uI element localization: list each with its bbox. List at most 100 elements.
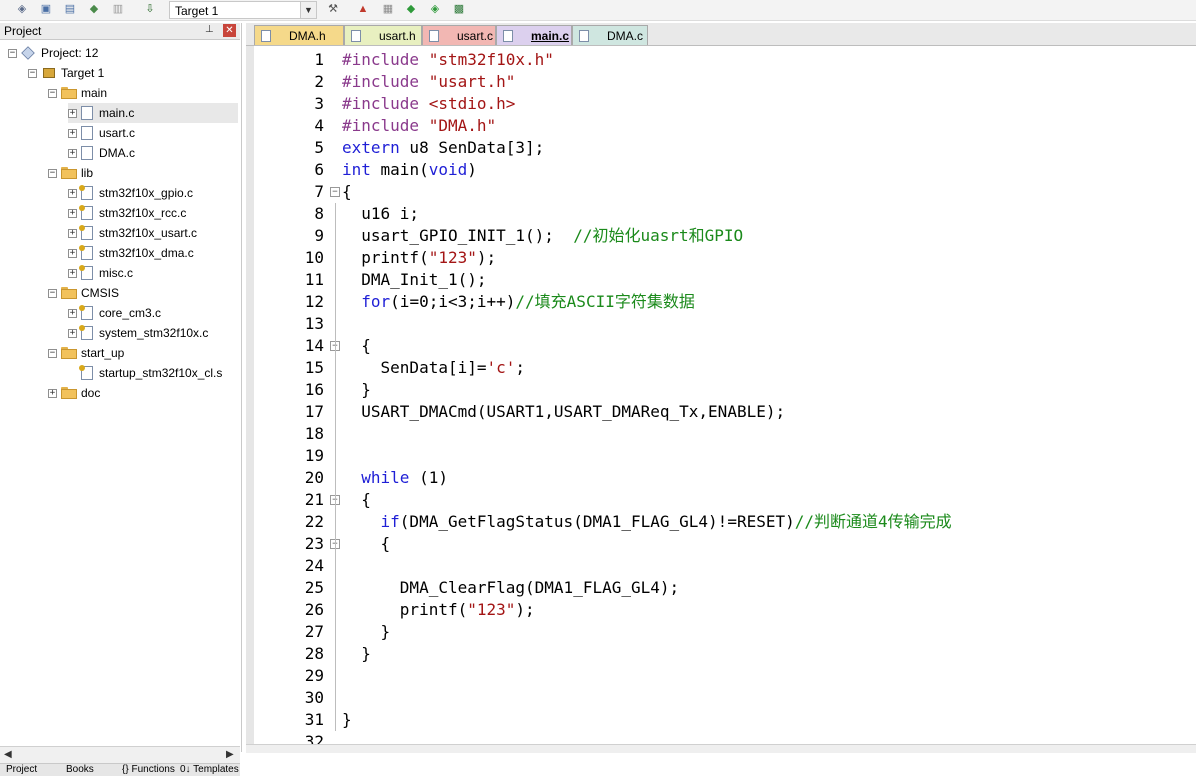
code-line[interactable]: for(i=0;i<3;i++)//填充ASCII字符集数据: [342, 291, 695, 313]
code-line[interactable]: u16 i;: [342, 203, 419, 225]
tab-label: usart.h: [379, 28, 416, 43]
stop-build-icon[interactable]: ▥: [110, 2, 126, 17]
tab-main-c[interactable]: main.c: [496, 25, 572, 45]
tree-item-project[interactable]: − Project: 12: [8, 43, 98, 63]
expand-icon[interactable]: +: [68, 148, 77, 158]
target-select[interactable]: Target 1 ▼: [169, 1, 317, 19]
tab-usart-c[interactable]: usart.c: [422, 25, 496, 45]
tab-templates[interactable]: 0↓ Templates: [180, 764, 239, 776]
load-icon[interactable]: ⇩: [142, 2, 158, 17]
tree-item-target[interactable]: − Target 1: [28, 63, 104, 83]
expand-icon[interactable]: +: [68, 208, 77, 218]
tab-project[interactable]: Project: [6, 764, 37, 776]
pin-icon[interactable]: ⊥: [205, 24, 214, 35]
tree-group-start-up[interactable]: − start_up: [48, 343, 124, 363]
expand-icon[interactable]: +: [68, 128, 77, 138]
tab-dma-c[interactable]: DMA.c: [572, 25, 648, 45]
tree-group-doc[interactable]: + doc: [48, 383, 100, 403]
chevron-down-icon[interactable]: ▼: [300, 2, 316, 18]
code-line[interactable]: #include "usart.h": [342, 71, 515, 93]
collapse-icon[interactable]: −: [28, 68, 37, 78]
line-number: 14: [304, 336, 324, 355]
expand-icon[interactable]: +: [68, 108, 77, 118]
breakpoint-margin[interactable]: [246, 46, 254, 752]
expand-icon[interactable]: +: [68, 308, 77, 318]
target-select-value: Target 1: [175, 4, 219, 18]
collapse-icon[interactable]: −: [8, 48, 17, 58]
code-line[interactable]: printf("123");: [342, 247, 496, 269]
batch-build-icon[interactable]: ◈: [14, 2, 30, 17]
translate-icon[interactable]: ▣: [38, 2, 54, 17]
collapse-icon[interactable]: −: [48, 348, 57, 358]
code-editor[interactable]: #include "stm32f10x.h" #include "usart.h"…: [246, 46, 1196, 752]
debug-icon[interactable]: ▩: [451, 2, 467, 17]
tree-file-core-cm3[interactable]: + core_cm3.c: [68, 303, 161, 323]
tree-file-gpio[interactable]: + stm32f10x_gpio.c: [68, 183, 193, 203]
code-line[interactable]: }: [342, 643, 371, 665]
code-line[interactable]: }: [342, 379, 371, 401]
tree-file-system[interactable]: + system_stm32f10x.c: [68, 323, 208, 343]
code-line[interactable]: while (1): [342, 467, 448, 489]
code-line[interactable]: extern u8 SenData[3];: [342, 137, 544, 159]
code-line[interactable]: {: [342, 533, 391, 555]
code-line[interactable]: int main(void): [342, 159, 477, 181]
code-line[interactable]: {: [342, 181, 352, 203]
scroll-left-icon[interactable]: ◀: [4, 749, 12, 760]
code-line[interactable]: if(DMA_GetFlagStatus(DMA1_FLAG_GL4)!=RES…: [342, 511, 952, 533]
code-line[interactable]: }: [342, 621, 391, 643]
code-line[interactable]: usart_GPIO_INIT_1(); //初始化uasrt和GPIO: [342, 225, 743, 247]
tree-item-label: DMA.c: [99, 146, 135, 160]
manage-components-icon[interactable]: ▲: [355, 2, 371, 17]
expand-icon[interactable]: +: [48, 388, 57, 398]
config-file-icon: [79, 265, 93, 280]
fold-toggle-icon[interactable]: −: [330, 187, 340, 197]
tree-group-cmsis[interactable]: − CMSIS: [48, 283, 119, 303]
expand-icon[interactable]: +: [68, 248, 77, 258]
tree-file-main-c[interactable]: + main.c: [68, 103, 238, 123]
tab-usart-h[interactable]: usart.h: [344, 25, 422, 45]
expand-icon[interactable]: +: [68, 188, 77, 198]
collapse-icon[interactable]: −: [48, 168, 57, 178]
options-icon[interactable]: ⚒: [325, 2, 341, 17]
tab-books[interactable]: Books: [66, 764, 94, 776]
code-line[interactable]: SenData[i]='c';: [342, 357, 526, 379]
file-icon: [81, 126, 93, 140]
collapse-icon[interactable]: −: [48, 288, 57, 298]
tab-functions[interactable]: {} Functions: [122, 764, 175, 776]
expand-icon[interactable]: +: [68, 268, 77, 278]
code-line[interactable]: printf("123");: [342, 599, 535, 621]
config-file-icon: [79, 205, 93, 220]
pack-installer-icon[interactable]: ▦: [380, 2, 396, 17]
code-line[interactable]: DMA_ClearFlag(DMA1_FLAG_GL4);: [342, 577, 679, 599]
expand-icon[interactable]: +: [68, 228, 77, 238]
tree-file-startup[interactable]: startup_stm32f10x_cl.s: [68, 363, 222, 383]
tree-group-main[interactable]: − main: [48, 83, 107, 103]
code-line[interactable]: {: [342, 335, 371, 357]
rebuild-icon[interactable]: ◆: [86, 2, 102, 17]
tree-file-dma-lib[interactable]: + stm32f10x_dma.c: [68, 243, 194, 263]
tree-file-dma-c[interactable]: + DMA.c: [68, 143, 135, 163]
code-line[interactable]: DMA_Init_1();: [342, 269, 486, 291]
scroll-right-icon[interactable]: ▶: [226, 749, 234, 760]
project-panel: Project ⊥ ✕ − Project: 12 − Target 1 − m…: [0, 23, 242, 776]
code-line[interactable]: }: [342, 709, 352, 731]
code-line[interactable]: #include "stm32f10x.h": [342, 49, 554, 71]
project-hscrollbar[interactable]: ◀ ▶: [0, 746, 240, 763]
tree-file-rcc[interactable]: + stm32f10x_rcc.c: [68, 203, 186, 223]
expand-icon[interactable]: +: [68, 328, 77, 338]
tab-dma-h[interactable]: DMA.h: [254, 25, 344, 45]
tree-file-usart-c[interactable]: + usart.c: [68, 123, 135, 143]
build-icon[interactable]: ▤: [62, 2, 78, 17]
tree-file-misc[interactable]: + misc.c: [68, 263, 133, 283]
collapse-icon[interactable]: −: [48, 88, 57, 98]
code-line[interactable]: #include <stdio.h>: [342, 93, 515, 115]
code-line[interactable]: USART_DMACmd(USART1,USART_DMAReq_Tx,ENAB…: [342, 401, 785, 423]
folder-icon: [61, 87, 77, 99]
close-icon[interactable]: ✕: [223, 24, 236, 37]
run-environment-icon[interactable]: ◈: [427, 2, 443, 17]
code-line[interactable]: {: [342, 489, 371, 511]
code-line[interactable]: #include "DMA.h": [342, 115, 496, 137]
tree-file-usart-lib[interactable]: + stm32f10x_usart.c: [68, 223, 197, 243]
tree-group-lib[interactable]: − lib: [48, 163, 93, 183]
select-software-packs-icon[interactable]: ◆: [403, 2, 419, 17]
